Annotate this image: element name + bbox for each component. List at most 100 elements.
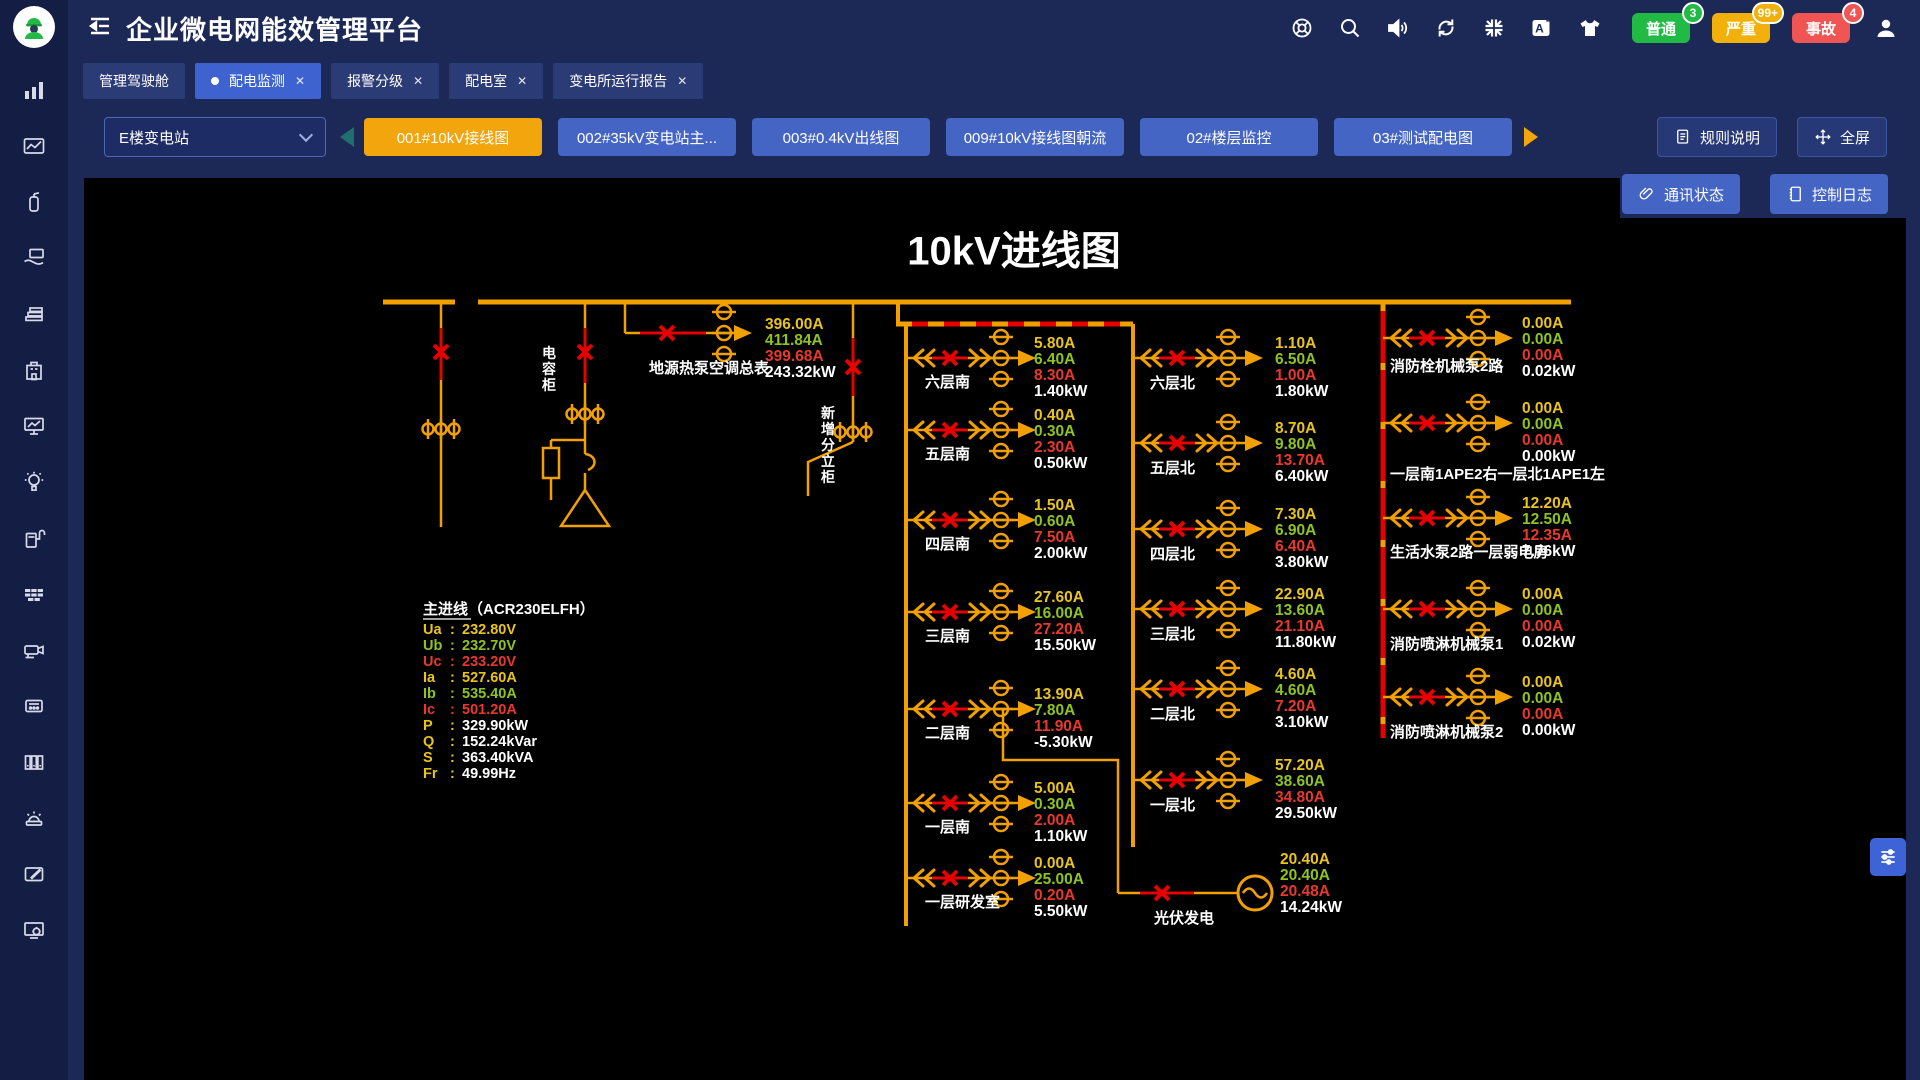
feeder-label: 二层南 (925, 724, 970, 742)
feeder-value: 0.60A (1034, 513, 1075, 530)
page-title: 企业微电网能效管理平台 (126, 10, 423, 47)
app-root: + 企业微电网能效管理平台 (0, 0, 1920, 1080)
scroll-left-arrow[interactable] (340, 127, 354, 147)
tab-2[interactable]: 报警分级✕ (331, 63, 439, 99)
pump-label: 一层南1APE2右一层北1APE1左 (1390, 465, 1605, 483)
alert-button-1[interactable]: 严重99+ (1712, 13, 1770, 43)
meter-row-value: 233.20V (462, 654, 516, 670)
alarm-icon[interactable]: + (22, 806, 46, 830)
feeder-value: 8.70A (1275, 420, 1316, 437)
comm-status-button[interactable]: 通讯状态 (1622, 174, 1740, 214)
tab-1[interactable]: 配电监测✕ (195, 63, 321, 99)
feeder-label: 三层南 (925, 627, 970, 645)
feeder-value: 2.00A (1034, 812, 1075, 829)
document-icon (1674, 128, 1692, 146)
bulb-icon[interactable] (22, 470, 46, 494)
layer-settings-button[interactable] (1870, 838, 1906, 876)
meter-row-colon: : (450, 734, 455, 750)
station-select[interactable]: E楼变电站 (104, 117, 326, 157)
alert-button-0[interactable]: 普通3 (1632, 13, 1690, 43)
building-icon[interactable] (22, 358, 46, 382)
feeder-value: 13.90A (1034, 686, 1084, 703)
alert-button-2[interactable]: 事故4 (1792, 13, 1850, 43)
feeder-value: 6.40kW (1275, 468, 1329, 485)
compress-icon[interactable] (1482, 16, 1506, 40)
tab-0[interactable]: 管理驾驶舱 (83, 63, 185, 99)
tab-close-icon[interactable]: ✕ (413, 74, 423, 88)
meter-row-colon: : (450, 750, 455, 766)
sidebar-icon-list: + (22, 78, 46, 942)
access-panel-icon[interactable] (22, 694, 46, 718)
feeder-value: 2.30A (1034, 439, 1075, 456)
monitor-chart-icon[interactable] (22, 414, 46, 438)
trend-chart-icon[interactable] (22, 134, 46, 158)
comm-status-label: 通讯状态 (1664, 184, 1724, 205)
meter-row-label: Ib (423, 686, 436, 702)
billing-icon[interactable] (22, 246, 46, 270)
app-logo[interactable] (13, 6, 55, 48)
tab-close-icon[interactable]: ✕ (295, 74, 305, 88)
fullscreen-button[interactable]: 全屏 (1797, 117, 1887, 157)
diagram-button-2[interactable]: 003#0.4kV出线图 (752, 118, 930, 156)
meter-row-colon: : (450, 686, 455, 702)
feeder-value: 1.40kW (1034, 383, 1088, 400)
ev-charger-icon[interactable] (22, 526, 46, 550)
link-icon (1638, 185, 1656, 203)
feeder-label: 一层研发室 (925, 893, 1000, 911)
data-grid-icon[interactable] (22, 582, 46, 606)
diagram-button-3[interactable]: 009#10kV接线图朝流 (946, 118, 1124, 156)
tab-3[interactable]: 配电室✕ (449, 63, 543, 99)
diagram-button-list: 001#10kV接线图 002#35kV变电站主... 003#0.4kV出线图 00… (364, 118, 1512, 156)
feeder-value: 6.40A (1034, 351, 1075, 368)
system-settings-icon[interactable] (22, 918, 46, 942)
feeder-label: 一层南 (925, 818, 970, 836)
diagram-button-1[interactable]: 002#35kV变电站主... (558, 118, 736, 156)
feeder-value: 15.50kW (1034, 637, 1096, 654)
translate-icon[interactable]: A * (1530, 16, 1554, 40)
meter-row-label: Ia (423, 670, 436, 686)
volume-icon[interactable] (1386, 16, 1410, 40)
pump-label: 消防栓机械泵2路 (1390, 357, 1504, 375)
meter-row-label: Uc (423, 654, 442, 670)
edit-icon[interactable] (22, 862, 46, 886)
diagram-button-5[interactable]: 03#测试配电图 (1334, 118, 1512, 156)
tab-bar: 管理驾驶舱配电监测✕ 报警分级✕ 配电室✕ 变电所运行报告✕ (68, 60, 1920, 102)
feeder-label: 五层南 (925, 445, 970, 463)
control-log-button[interactable]: 控制日志 (1770, 174, 1888, 214)
diagram-button-0[interactable]: 001#10kV接线图 (364, 118, 542, 156)
sld-diagram: 10kV进线图电容柜地源热泵空调总表396.00A411.84A399.68A2… (84, 178, 1906, 1080)
meter-row-colon: : (450, 638, 455, 654)
feeder-value: 396.00A (765, 316, 824, 333)
feeder-value: 243.32kW (765, 364, 836, 381)
scroll-right-arrow[interactable] (1524, 127, 1538, 147)
meter-row-colon: : (450, 718, 455, 734)
feeder-label: 二层北 (1150, 706, 1195, 723)
feeder-value: 3.10kW (1275, 714, 1329, 731)
tab-close-icon[interactable]: ✕ (677, 74, 687, 88)
help-lifebuoy-icon[interactable] (1290, 16, 1314, 40)
feeder-value: 20.48A (1280, 883, 1330, 900)
tab-4[interactable]: 变电所运行报告✕ (553, 63, 703, 99)
bar-chart-icon[interactable] (22, 78, 46, 102)
feeder-value: 0.00A (1522, 416, 1563, 433)
feeder-value: 0.00A (1522, 400, 1563, 417)
feeder-value: 1.00A (1275, 367, 1316, 384)
diagram-button-4[interactable]: 02#楼层监控 (1140, 118, 1318, 156)
theme-shirt-icon[interactable] (1578, 16, 1602, 40)
camera-icon[interactable] (22, 638, 46, 662)
user-icon[interactable] (1874, 16, 1898, 40)
extinguisher-icon[interactable] (22, 190, 46, 214)
header: 企业微电网能效管理平台 (68, 0, 1920, 56)
search-icon[interactable] (1338, 16, 1362, 40)
documents-icon[interactable] (22, 302, 46, 326)
meter-row-label: Ua (423, 622, 442, 638)
rules-button[interactable]: 规则说明 (1657, 117, 1777, 157)
feeder-value: 8.30A (1034, 367, 1075, 384)
tab-close-icon[interactable]: ✕ (517, 74, 527, 88)
archive-icon[interactable] (22, 750, 46, 774)
menu-fold-icon[interactable] (88, 14, 112, 43)
feeder-value: 0.20A (1034, 887, 1075, 904)
refresh-icon[interactable] (1434, 16, 1458, 40)
feeder-value: 4.60A (1275, 682, 1316, 699)
meter-row-colon: : (450, 670, 455, 686)
